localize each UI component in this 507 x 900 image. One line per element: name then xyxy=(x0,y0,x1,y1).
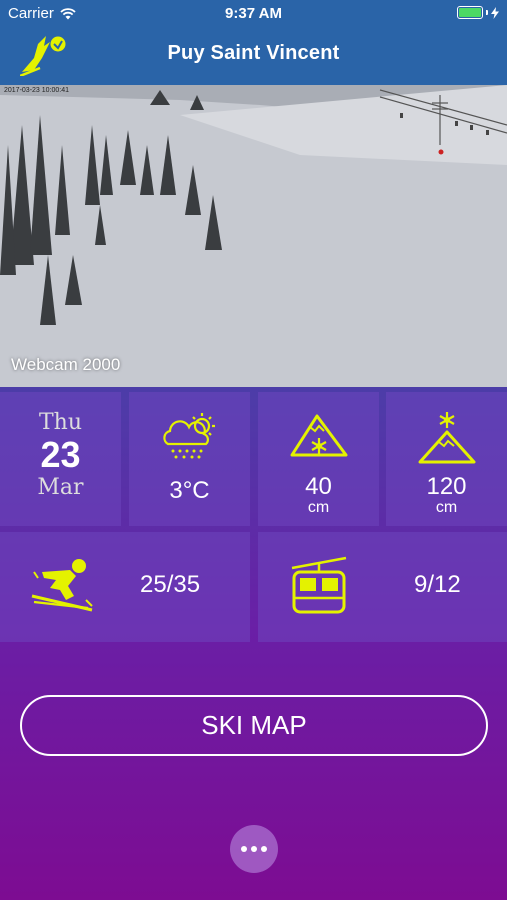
snow-upper-unit: cm xyxy=(435,499,458,516)
date-month: Mar xyxy=(37,475,84,500)
clock: 9:37 AM xyxy=(225,5,282,22)
slopes-tile[interactable]: 25/35 xyxy=(0,532,250,642)
slopes-value: 25/35 xyxy=(140,571,201,598)
date-day: 23 xyxy=(40,434,81,475)
snow-lower-unit: cm xyxy=(307,499,330,516)
lifts-tile[interactable]: 9/12 xyxy=(258,532,507,642)
status-bar: Carrier 9:37 AM xyxy=(0,0,507,28)
snow-upper-value: 120 xyxy=(426,473,467,500)
mountain-snowflake-low-icon xyxy=(290,414,347,457)
snow-lower-tile[interactable]: 40 cm xyxy=(258,392,379,526)
battery-icon xyxy=(457,6,499,19)
ski-map-button[interactable]: SKI MAP xyxy=(20,695,488,756)
snow-lower-value: 40 xyxy=(305,473,332,500)
webcam-image[interactable]: 2017-03-23 10:00:41 Webcam 2000 xyxy=(0,85,507,387)
temperature-value: 3°C xyxy=(169,477,210,504)
snow-cloud-sun-icon xyxy=(162,413,215,459)
lifts-value: 9/12 xyxy=(414,571,461,598)
webcam-caption: Webcam 2000 xyxy=(11,355,121,374)
ellipsis-icon[interactable] xyxy=(230,825,278,873)
date-weekday: Thu xyxy=(38,410,82,435)
webcam-timestamp: 2017-03-23 10:00:41 xyxy=(4,87,69,94)
webcam-scene xyxy=(0,85,507,387)
mountain-snowflake-top-icon xyxy=(418,412,475,464)
nav-bar: Puy Saint Vincent xyxy=(0,28,507,85)
skier-icon xyxy=(31,559,93,612)
snow-upper-tile[interactable]: 120 cm xyxy=(386,392,507,526)
date-tile: Thu 23 Mar xyxy=(0,392,121,526)
page-title: Puy Saint Vincent xyxy=(167,42,340,64)
gondola-icon xyxy=(291,556,347,614)
weather-tile[interactable]: 3°C xyxy=(129,392,250,526)
